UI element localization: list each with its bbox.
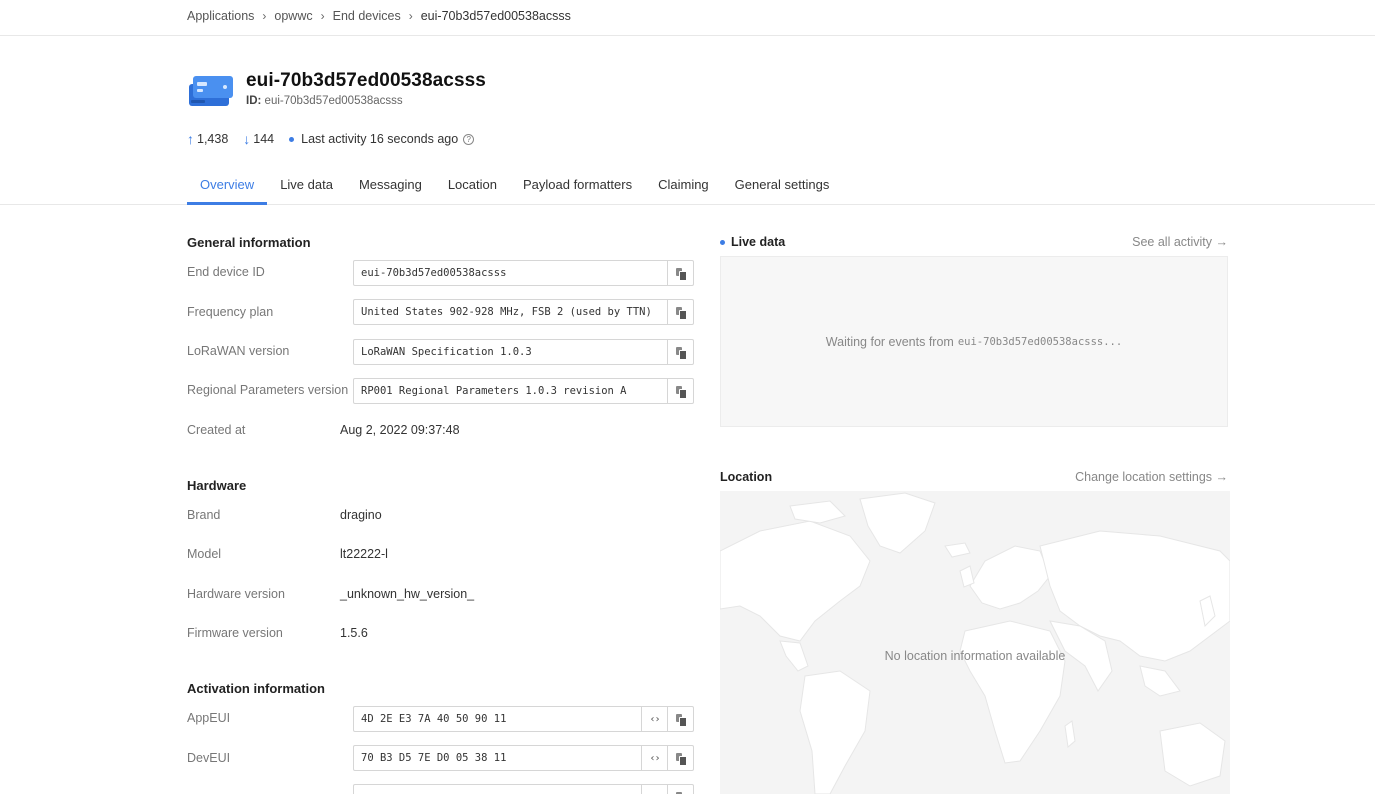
device-id-value: eui-70b3d57ed00538acsss [264, 95, 403, 107]
tabs-bar: Overview Live data Messaging Location Pa… [0, 168, 1375, 205]
copy-button[interactable] [667, 379, 693, 403]
world-map-icon [720, 492, 1230, 794]
end-device-id-field: eui-70b3d57ed00538acsss [353, 260, 694, 286]
frequency-plan-label: Frequency plan [187, 305, 274, 319]
copy-icon [676, 306, 687, 320]
live-data-title: Live data [720, 235, 785, 249]
general-info-title: General information [187, 235, 311, 250]
uplink-count: 1,438 [197, 132, 229, 146]
arrow-up-icon: ↑ [187, 131, 194, 147]
downlink-stat: ↓ 144 [243, 131, 274, 147]
device-hardware-icon [187, 70, 235, 110]
copy-icon [676, 385, 687, 399]
appeui-field: 4D 2E E3 7A 40 50 90 11 ‹› [353, 706, 694, 732]
breadcrumb-application[interactable]: opwwc [274, 9, 312, 23]
breadcrumb-applications[interactable]: Applications [187, 9, 254, 23]
regional-params-field: RP001 Regional Parameters 1.0.3 revision… [353, 378, 694, 404]
breadcrumb-bar: Applications › opwwc › End devices › eui… [0, 0, 1375, 36]
tab-list: Overview Live data Messaging Location Pa… [187, 168, 842, 205]
no-location-text: No location information available [884, 649, 1066, 663]
waiting-device: eui-70b3d57ed00538acsss... [957, 335, 1123, 348]
deveui-value[interactable]: 70 B3 D5 7E D0 05 38 11 [354, 746, 641, 770]
hardware-version-value: _unknown_hw_version_ [340, 587, 475, 601]
copy-icon [676, 752, 687, 766]
tab-live-data[interactable]: Live data [267, 168, 346, 205]
breadcrumb: Applications › opwwc › End devices › eui… [187, 9, 571, 23]
location-title: Location [720, 470, 773, 484]
model-value: lt22222-l [340, 547, 388, 561]
next-activation-field [353, 784, 694, 794]
chevron-right-icon: › [320, 9, 325, 23]
location-header: Location Change location settings → [720, 470, 1228, 484]
brand-value: dragino [340, 508, 382, 522]
status-dot-icon [720, 239, 725, 245]
appeui-value[interactable]: 4D 2E E3 7A 40 50 90 11 [354, 707, 641, 731]
appeui-label: AppEUI [187, 711, 231, 725]
device-id-label: ID: [246, 95, 262, 107]
page-title: eui-70b3d57ed00538acsss [246, 70, 486, 91]
location-map[interactable]: No location information available [720, 491, 1230, 794]
chevron-right-icon: › [408, 9, 413, 23]
tab-overview[interactable]: Overview [187, 168, 268, 205]
last-activity-text: Last activity 16 seconds ago [301, 132, 459, 146]
copy-button[interactable] [667, 746, 693, 770]
regional-params-value[interactable]: RP001 Regional Parameters 1.0.3 revision… [354, 379, 667, 403]
traffic-stats: ↑ 1,438 ↓ 144 Last activity 16 seconds a… [187, 131, 489, 147]
breadcrumb-end-devices[interactable]: End devices [333, 9, 401, 23]
hardware-title: Hardware [187, 478, 247, 493]
next-activation-value[interactable] [354, 785, 641, 794]
code-brackets-icon: ‹› [649, 713, 660, 725]
frequency-plan-value[interactable]: United States 902-928 MHz, FSB 2 (used b… [354, 300, 667, 324]
firmware-version-label: Firmware version [187, 626, 283, 640]
frequency-plan-field: United States 902-928 MHz, FSB 2 (used b… [353, 299, 694, 325]
lorawan-version-field: LoRaWAN Specification 1.0.3 [353, 339, 694, 365]
regional-params-label: Regional Parameters version [187, 383, 349, 397]
tab-location[interactable]: Location [435, 168, 510, 205]
tab-claiming[interactable]: Claiming [645, 168, 722, 205]
copy-icon [676, 346, 687, 360]
code-brackets-icon: ‹› [649, 752, 660, 764]
uplink-stat: ↑ 1,438 [187, 131, 228, 147]
copy-button[interactable] [667, 785, 693, 794]
lorawan-version-label: LoRaWAN version [187, 344, 290, 358]
copy-icon [676, 713, 687, 727]
status-dot-icon [289, 136, 295, 142]
toggle-byte-order-button[interactable]: ‹› [641, 707, 667, 731]
created-at-label: Created at [187, 423, 246, 437]
see-all-activity-link[interactable]: See all activity → [1132, 235, 1228, 249]
downlink-count: 144 [253, 132, 275, 146]
model-label: Model [187, 547, 222, 561]
copy-button[interactable] [667, 707, 693, 731]
hardware-version-label: Hardware version [187, 587, 285, 601]
live-data-header: Live data See all activity → [720, 235, 1228, 249]
tab-messaging[interactable]: Messaging [346, 168, 435, 205]
help-icon[interactable]: ? [463, 133, 475, 145]
end-device-id-label: End device ID [187, 265, 265, 279]
toggle-byte-order-button[interactable]: ‹› [641, 746, 667, 770]
deveui-field: 70 B3 D5 7E D0 05 38 11 ‹› [353, 745, 694, 771]
lorawan-version-value[interactable]: LoRaWAN Specification 1.0.3 [354, 340, 667, 364]
copy-button[interactable] [667, 261, 693, 285]
copy-icon [676, 267, 687, 281]
firmware-version-value: 1.5.6 [340, 626, 368, 640]
live-data-title-text: Live data [731, 235, 786, 249]
tab-general-settings[interactable]: General settings [722, 168, 843, 205]
arrow-down-icon: ↓ [243, 131, 251, 147]
toggle-visibility-button[interactable] [641, 785, 667, 794]
activation-info-title: Activation information [187, 681, 325, 696]
copy-button[interactable] [667, 340, 693, 364]
change-location-settings-link[interactable]: Change location settings → [1075, 470, 1228, 484]
breadcrumb-current: eui-70b3d57ed00538acsss [420, 9, 571, 23]
waiting-text: Waiting for events from [825, 334, 954, 349]
created-at-value: Aug 2, 2022 09:37:48 [340, 423, 460, 437]
last-activity: Last activity 16 seconds ago ? [289, 132, 475, 146]
deveui-label: DevEUI [187, 751, 231, 765]
device-id-line: ID: eui-70b3d57ed00538acsss [246, 95, 403, 107]
live-data-panel: Waiting for events from eui-70b3d57ed005… [720, 256, 1228, 427]
brand-label: Brand [187, 508, 221, 522]
end-device-id-value[interactable]: eui-70b3d57ed00538acsss [354, 261, 667, 285]
copy-button[interactable] [667, 300, 693, 324]
chevron-right-icon: › [262, 9, 267, 23]
tab-payload-formatters[interactable]: Payload formatters [510, 168, 645, 205]
